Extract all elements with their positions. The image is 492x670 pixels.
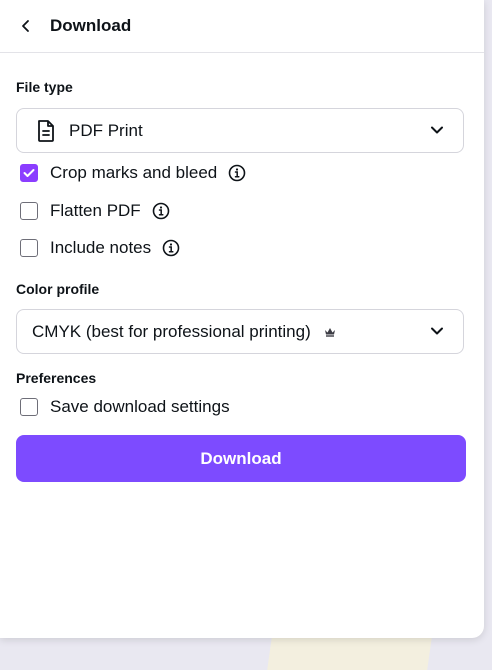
crop-marks-option[interactable]: Crop marks and bleed (20, 161, 246, 185)
download-button[interactable]: Download (16, 435, 466, 482)
include-notes-checkbox[interactable] (20, 239, 38, 257)
crown-icon (324, 327, 335, 337)
preferences-label: Preferences (16, 370, 97, 386)
include-notes-label: Include notes (50, 238, 152, 257)
flatten-pdf-checkbox[interactable] (20, 202, 38, 220)
color-profile-label: Color profile (16, 281, 100, 297)
save-settings-option[interactable]: Save download settings (20, 395, 230, 419)
save-settings-checkbox[interactable] (20, 398, 38, 416)
color-profile-value: CMYK (best for professional printing) (32, 321, 311, 341)
panel-title: Download (50, 16, 132, 35)
save-settings-label: Save download settings (50, 397, 230, 416)
panel-header: Download (0, 0, 484, 53)
color-profile-select[interactable]: CMYK (best for professional printing) (16, 309, 464, 354)
download-panel: Download File type PDF Print Crop marks … (0, 0, 484, 638)
back-button[interactable] (16, 16, 36, 36)
file-type-label: File type (16, 79, 73, 95)
download-button-label: Download (200, 448, 282, 468)
crop-marks-label: Crop marks and bleed (50, 163, 218, 182)
info-icon[interactable] (228, 164, 246, 182)
chevron-down-icon (431, 327, 443, 335)
checkmark-icon (23, 169, 35, 177)
flatten-pdf-option[interactable]: Flatten PDF (20, 199, 170, 223)
document-icon (38, 119, 54, 142)
file-type-select[interactable]: PDF Print (16, 108, 464, 153)
chevron-left-icon (22, 20, 29, 32)
chevron-down-icon (431, 126, 443, 134)
crop-marks-checkbox[interactable] (20, 164, 38, 182)
flatten-pdf-label: Flatten PDF (50, 201, 141, 220)
include-notes-option[interactable]: Include notes (20, 236, 180, 260)
info-icon[interactable] (152, 202, 170, 220)
info-icon[interactable] (162, 239, 180, 257)
file-type-value: PDF Print (69, 120, 143, 140)
